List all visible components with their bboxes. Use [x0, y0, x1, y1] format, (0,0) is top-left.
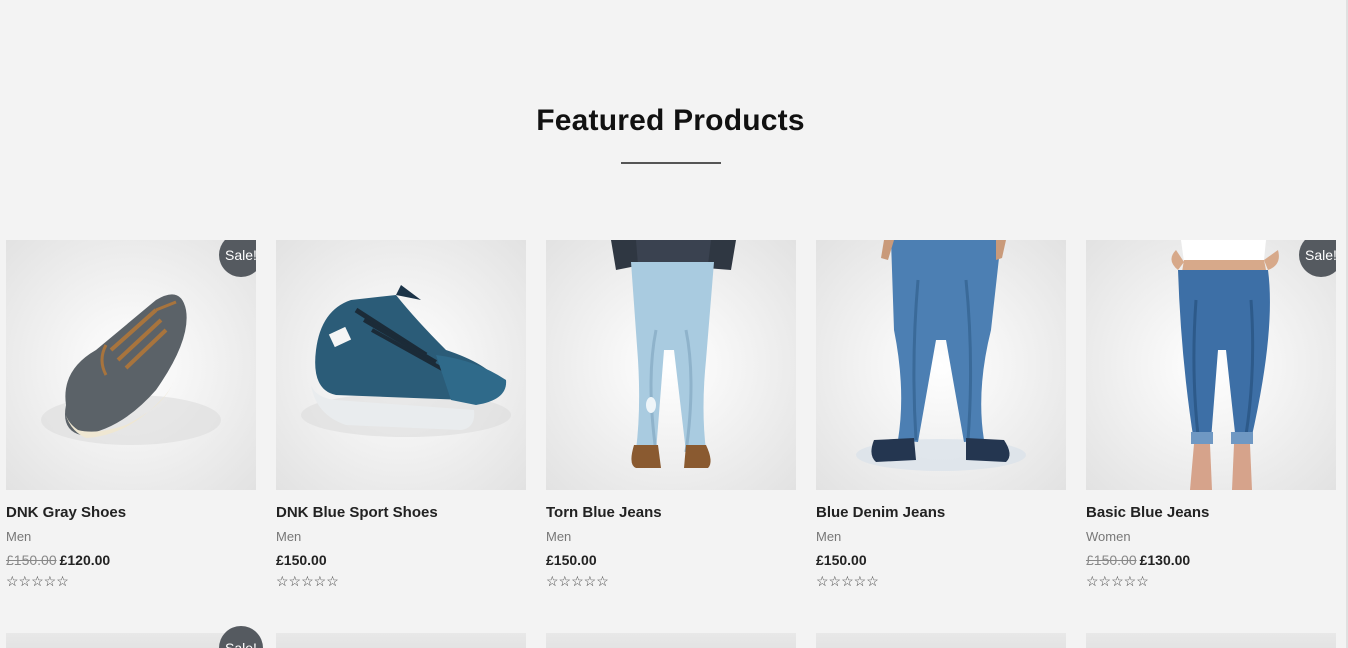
- product-category-link[interactable]: Men: [816, 529, 1066, 544]
- product-image-link[interactable]: [1086, 633, 1336, 648]
- star-rating: ☆☆☆☆☆: [6, 573, 69, 589]
- product-card: [276, 633, 526, 648]
- product-grid: Sale! DNK Gray Shoes Men £150.00 £120.00 …: [6, 240, 1336, 590]
- star-rating: ☆☆☆☆☆: [816, 573, 879, 589]
- product-card: Sale!: [6, 626, 263, 648]
- star-rating: ☆☆☆☆☆: [1086, 573, 1149, 589]
- star-rating: ☆☆☆☆☆: [276, 573, 339, 589]
- torn-jeans-image: [611, 240, 736, 468]
- product-title-link[interactable]: Basic Blue Jeans: [1086, 504, 1336, 521]
- featured-products-page: Featured Products Sale! DNK Gray Shoes M…: [0, 0, 1348, 648]
- product-card: Sale! DNK Gray Shoes Men £150.00 £120.00 …: [6, 240, 256, 590]
- product-price: £150.00 £130.00: [1086, 552, 1336, 568]
- product-category-link[interactable]: Men: [6, 529, 256, 544]
- star-rating: ☆☆☆☆☆: [546, 573, 609, 589]
- section-title: Featured Products: [536, 104, 805, 137]
- product-price: £150.00: [816, 552, 1066, 568]
- product-image-link[interactable]: Sale!: [1086, 240, 1336, 490]
- product-card: Sale! Basic Blue Jeans Women £150.00 £130…: [1086, 240, 1336, 590]
- regular-price: £150.00: [276, 552, 327, 568]
- womens-jeans-image: [1171, 240, 1279, 490]
- product-title-link[interactable]: Torn Blue Jeans: [546, 504, 796, 521]
- product-image-link[interactable]: Sale!: [6, 240, 256, 490]
- product-price: £150.00 £120.00: [6, 552, 256, 568]
- product-image-link[interactable]: [546, 240, 796, 490]
- regular-price: £150.00: [816, 552, 867, 568]
- gray-shoe-image: [41, 294, 221, 445]
- title-divider: [621, 162, 721, 164]
- product-title-link[interactable]: Blue Denim Jeans: [816, 504, 1066, 521]
- product-price: £150.00: [546, 552, 796, 568]
- product-card: [816, 633, 1066, 648]
- regular-price: £150.00: [546, 552, 597, 568]
- product-card: DNK Blue Sport Shoes Men £150.00 ☆☆☆☆☆: [276, 240, 526, 590]
- product-category-link[interactable]: Men: [276, 529, 526, 544]
- product-image-link[interactable]: [816, 633, 1066, 648]
- original-price: £150.00: [1086, 552, 1137, 568]
- sale-badge: Sale!: [219, 626, 263, 648]
- product-grid-row-2: Sale!: [6, 626, 1336, 648]
- product-title-link[interactable]: DNK Blue Sport Shoes: [276, 504, 526, 521]
- product-title-link[interactable]: DNK Gray Shoes: [6, 504, 256, 521]
- original-price: £150.00: [6, 552, 57, 568]
- product-category-link[interactable]: Men: [546, 529, 796, 544]
- product-image-link[interactable]: [546, 633, 796, 648]
- product-card: [1086, 633, 1336, 648]
- product-card: Torn Blue Jeans Men £150.00 ☆☆☆☆☆: [546, 240, 796, 590]
- blue-sport-shoe-image: [301, 285, 511, 437]
- denim-jeans-image: [856, 240, 1026, 471]
- sale-price: £120.00: [59, 552, 111, 568]
- product-price: £150.00: [276, 552, 526, 568]
- product-card: Blue Denim Jeans Men £150.00 ☆☆☆☆☆: [816, 240, 1066, 590]
- product-image-link[interactable]: [816, 240, 1066, 490]
- product-image-link[interactable]: [276, 240, 526, 490]
- product-card: [546, 633, 796, 648]
- sale-price: £130.00: [1139, 552, 1191, 568]
- product-image-link[interactable]: [276, 633, 526, 648]
- product-category-link[interactable]: Women: [1086, 529, 1336, 544]
